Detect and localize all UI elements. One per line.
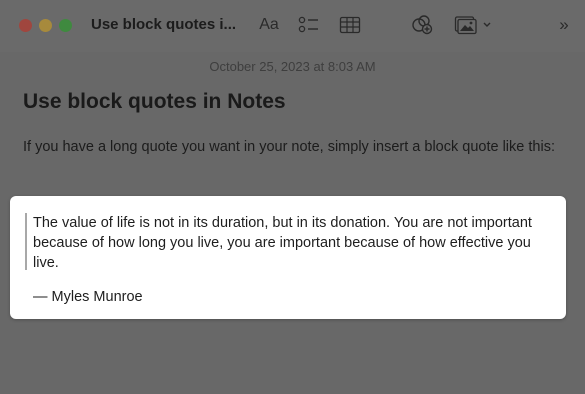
more-toolbar-button[interactable]: »	[554, 13, 574, 37]
block-quote[interactable]: The value of life is not in its duration…	[10, 196, 566, 319]
checklist-button[interactable]	[298, 13, 320, 37]
titlebar: Use block quotes i... Aa »	[0, 0, 585, 52]
zoom-window-button[interactable]	[59, 19, 72, 32]
close-window-button[interactable]	[19, 19, 32, 32]
block-quote-text[interactable]: The value of life is not in its duration…	[33, 213, 558, 273]
checklist-icon	[298, 16, 318, 33]
notes-window: Use block quotes i... Aa » October 25, 2…	[0, 0, 585, 394]
media-icon	[454, 16, 491, 35]
media-button[interactable]	[454, 13, 494, 37]
note-title[interactable]: Use block quotes in Notes	[23, 90, 286, 114]
collaborate-icon	[412, 15, 433, 35]
format-text-button[interactable]: Aa	[256, 13, 282, 37]
minimize-window-button[interactable]	[39, 19, 52, 32]
block-quote-author[interactable]: — Myles Munroe	[33, 289, 143, 305]
block-quote-bar	[25, 213, 27, 270]
window-title: Use block quotes i...	[91, 16, 237, 33]
note-body-text[interactable]: If you have a long quote you want in you…	[23, 137, 563, 157]
table-icon	[339, 16, 361, 34]
table-button[interactable]	[339, 13, 361, 37]
collaborate-button[interactable]	[410, 13, 434, 37]
note-date: October 25, 2023 at 8:03 AM	[209, 59, 376, 74]
